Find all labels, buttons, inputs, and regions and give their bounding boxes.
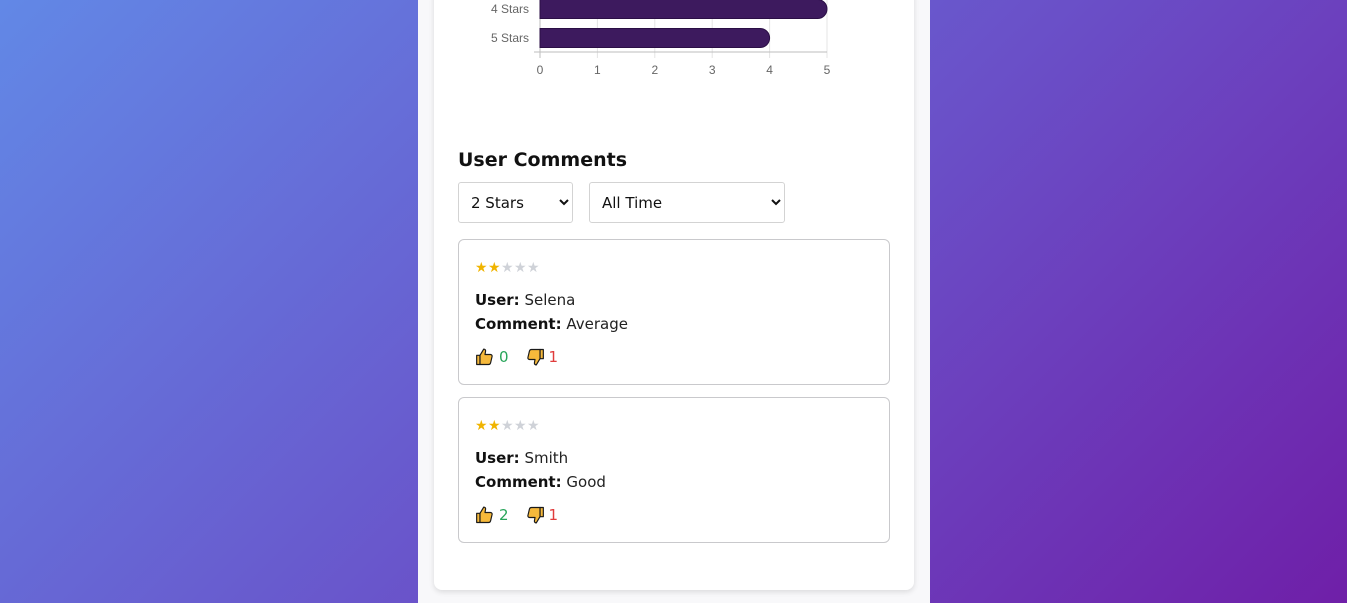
dislike-button[interactable]: 1 xyxy=(525,347,559,367)
star-empty-icon: ★ xyxy=(527,418,540,434)
comment-user: User: Selena xyxy=(475,291,575,309)
y-category-label: 5 Stars xyxy=(491,31,529,45)
comment-user: User: Smith xyxy=(475,449,568,467)
star-filled-icon: ★ xyxy=(488,418,501,434)
x-tick-label: 3 xyxy=(709,63,716,77)
y-category-label: 4 Stars xyxy=(491,2,529,16)
x-tick-label: 0 xyxy=(537,63,544,77)
star-empty-icon: ★ xyxy=(501,418,514,434)
star-rating: ★★★★★ xyxy=(475,260,540,276)
star-empty-icon: ★ xyxy=(501,260,514,276)
comment-card: ★★★★★ User: Smith Comment: Good 2 1 xyxy=(458,397,890,543)
bar xyxy=(539,28,771,48)
dislike-count: 1 xyxy=(548,506,559,524)
x-tick-label: 5 xyxy=(824,63,831,77)
like-count: 0 xyxy=(499,348,509,366)
star-empty-icon: ★ xyxy=(527,260,540,276)
comment-label: Comment: xyxy=(475,473,562,491)
rating-filter-select[interactable]: 2 Stars xyxy=(458,182,573,223)
thumbs-up-icon xyxy=(476,348,493,366)
dislike-count: 1 xyxy=(548,348,559,366)
rating-distribution-chart: 0 1 2 3 4 5 4 Stars 5 Stars xyxy=(491,0,831,77)
user-label: User: xyxy=(475,291,520,309)
time-filter-select[interactable]: All Time xyxy=(589,182,785,223)
thumbs-up-icon xyxy=(476,506,493,524)
star-filled-icon: ★ xyxy=(488,260,501,276)
x-tick-label: 4 xyxy=(766,63,773,77)
user-name: Smith xyxy=(524,449,569,467)
star-empty-icon: ★ xyxy=(514,418,527,434)
vote-bar: 0 1 xyxy=(475,346,574,368)
comment-body: Average xyxy=(566,315,628,333)
comment-body: Good xyxy=(566,473,606,491)
star-empty-icon: ★ xyxy=(514,260,527,276)
comment-card: ★★★★★ User: Selena Comment: Average 0 1 xyxy=(458,239,890,385)
bar xyxy=(539,0,828,19)
star-filled-icon: ★ xyxy=(475,260,488,276)
like-count: 2 xyxy=(499,506,509,524)
thumbs-down-icon xyxy=(526,506,544,524)
comments-section-title: User Comments xyxy=(458,149,628,171)
like-button[interactable]: 2 xyxy=(475,505,509,525)
comment-label: Comment: xyxy=(475,315,562,333)
thumbs-down-icon xyxy=(526,348,544,366)
like-button[interactable]: 0 xyxy=(475,347,509,367)
x-tick-label: 1 xyxy=(594,63,601,77)
x-tick-label: 2 xyxy=(651,63,658,77)
user-name: Selena xyxy=(524,291,576,309)
user-label: User: xyxy=(475,449,520,467)
comment-text: Comment: Good xyxy=(475,473,606,491)
vote-bar: 2 1 xyxy=(475,504,574,526)
dislike-button[interactable]: 1 xyxy=(525,505,559,525)
star-rating: ★★★★★ xyxy=(475,418,540,434)
comment-text: Comment: Average xyxy=(475,315,628,333)
star-filled-icon: ★ xyxy=(475,418,488,434)
